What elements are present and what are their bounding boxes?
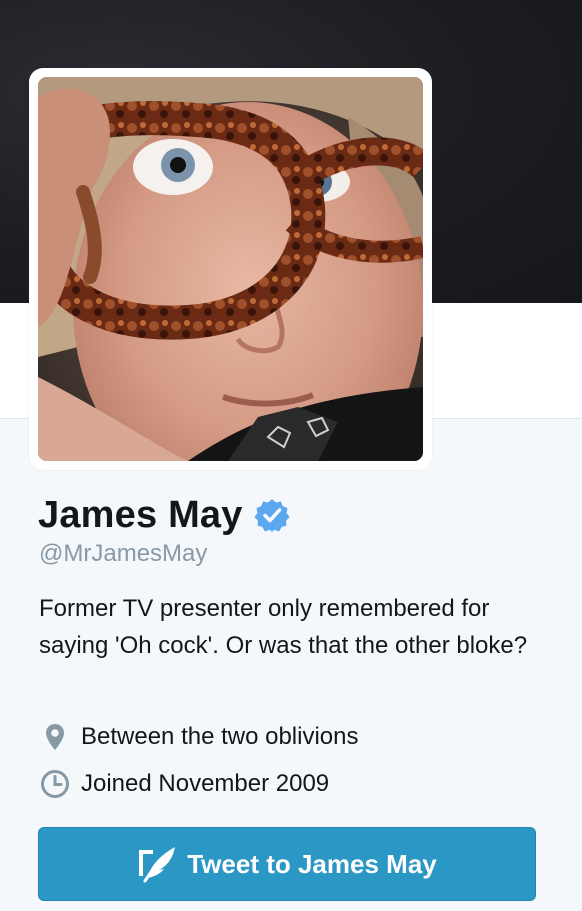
profile-name-row: James May <box>38 492 290 538</box>
verified-badge-icon[interactable] <box>254 497 290 533</box>
tweet-to-button[interactable]: Tweet to James May <box>38 827 536 901</box>
profile-join-date-text: Joined November 2009 <box>81 770 330 797</box>
compose-quill-icon <box>139 847 176 883</box>
tweet-to-button-label: Tweet to James May <box>187 848 437 879</box>
profile-screen-name[interactable]: @MrJamesMay <box>39 540 207 568</box>
profile-join-date: Joined November 2009 <box>39 767 329 801</box>
profile-location: Between the two oblivions <box>39 720 359 754</box>
profile-location-text: Between the two oblivions <box>81 723 359 750</box>
location-pin-icon <box>46 724 64 750</box>
clock-icon <box>41 770 69 798</box>
avatar <box>38 77 423 461</box>
profile-avatar-link[interactable] <box>29 68 432 470</box>
profile-bio: Former TV presenter only remembered for … <box>39 595 528 659</box>
profile-name[interactable]: James May <box>38 494 243 537</box>
